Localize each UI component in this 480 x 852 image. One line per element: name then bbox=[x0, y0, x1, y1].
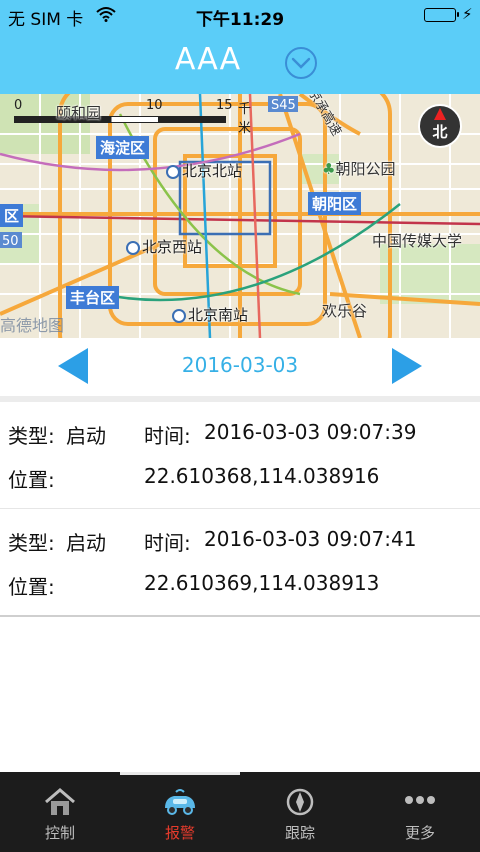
time-value: 2016-03-03 09:07:41 bbox=[204, 527, 417, 551]
type-label: 类型: bbox=[8, 424, 55, 448]
district-fengtai: 丰台区 bbox=[66, 286, 120, 309]
scale-bar bbox=[14, 116, 226, 123]
district-left: 区 bbox=[0, 204, 24, 227]
list-item[interactable]: 类型: 启动 时间: 2016-03-03 09:07:41 位置: 22.61… bbox=[0, 509, 480, 617]
park-icon: ♣ bbox=[322, 160, 336, 178]
tab-bar: 控制 报警 跟踪 更多 bbox=[0, 772, 480, 852]
page-title: AAA bbox=[0, 42, 480, 77]
scale-tick-10: 10 bbox=[146, 98, 163, 113]
tab-more[interactable]: 更多 bbox=[360, 772, 480, 852]
list-item[interactable]: 类型: 启动 时间: 2016-03-03 09:07:39 位置: 22.61… bbox=[0, 402, 480, 509]
map-label-huanlegu: 欢乐谷 bbox=[322, 302, 368, 320]
type-value: 启动 bbox=[66, 424, 106, 448]
district-haidian: 海淀区 bbox=[96, 136, 150, 159]
time-label: 时间: bbox=[144, 531, 191, 555]
position-label: 位置: bbox=[8, 468, 55, 492]
train-station-icon bbox=[172, 309, 186, 323]
tab-control-label: 控制 bbox=[44, 824, 75, 842]
more-dots-icon bbox=[405, 796, 435, 804]
battery-icon bbox=[424, 8, 459, 22]
chevron-down-circle-icon[interactable] bbox=[284, 46, 318, 80]
tab-alarm-label: 报警 bbox=[164, 824, 195, 842]
station-beijing-south: 北京南站 bbox=[172, 304, 248, 325]
map-label-yiheyuan: 颐和园 bbox=[56, 104, 102, 122]
date-pager: 2016-03-03 bbox=[0, 338, 480, 396]
position-value: 22.610368,114.038916 bbox=[144, 464, 380, 488]
station-beijing-north: 北京北站 bbox=[166, 160, 242, 181]
compass-label: 北 bbox=[432, 123, 448, 141]
type-label: 类型: bbox=[8, 531, 55, 555]
nav-header: 无 SIM 卡 下午11:29 ⚡ AAA bbox=[0, 0, 480, 94]
tab-control[interactable]: 控制 bbox=[0, 772, 120, 852]
status-bar: 无 SIM 卡 下午11:29 ⚡ bbox=[0, 0, 480, 32]
compass-needle bbox=[434, 108, 446, 120]
home-icon bbox=[45, 788, 75, 815]
compass-icon bbox=[286, 788, 314, 816]
road-badge-50-text: 50 bbox=[2, 234, 19, 249]
map-watermark: 高德地图 bbox=[0, 316, 65, 335]
map-label-chaoyang-park: ♣朝阳公园 bbox=[322, 160, 396, 178]
time-value: 2016-03-03 09:07:39 bbox=[204, 420, 417, 444]
district-chaoyang: 朝阳区 bbox=[308, 192, 362, 215]
tab-tracking[interactable]: 跟踪 bbox=[240, 772, 360, 852]
type-value: 启动 bbox=[66, 531, 106, 555]
road-badge-s45-text: S45 bbox=[271, 98, 296, 113]
scale-tick-0: 0 bbox=[14, 98, 23, 113]
map-scale: 0 10 15 千米 bbox=[14, 98, 251, 136]
tab-more-label: 更多 bbox=[404, 824, 435, 842]
car-alarm-icon bbox=[165, 789, 195, 815]
page-title-text: AAA bbox=[174, 42, 242, 77]
tab-tracking-label: 跟踪 bbox=[284, 824, 315, 842]
map-view[interactable]: S45 50 0 10 15 千米 颐和园 京承高速 海淀区 北京北站 ♣朝阳公… bbox=[0, 94, 480, 338]
station-beijing-west: 北京西站 bbox=[126, 236, 202, 257]
train-station-icon bbox=[126, 241, 140, 255]
map-label-media-university: 中国传媒大学 bbox=[372, 232, 463, 250]
scale-tick-15: 15 bbox=[216, 98, 233, 113]
alarm-record-list: 类型: 启动 时间: 2016-03-03 09:07:39 位置: 22.61… bbox=[0, 402, 480, 617]
compass-icon[interactable]: 北 bbox=[418, 104, 462, 148]
status-time: 下午11:29 bbox=[195, 10, 285, 30]
position-label: 位置: bbox=[8, 575, 55, 599]
tab-alarm[interactable]: 报警 bbox=[120, 772, 240, 852]
scale-unit: 千米 bbox=[238, 102, 252, 136]
triangle-right-icon[interactable] bbox=[390, 346, 424, 386]
time-label: 时间: bbox=[144, 424, 191, 448]
charging-icon: ⚡ bbox=[462, 5, 473, 23]
train-station-icon bbox=[166, 165, 180, 179]
position-value: 22.610369,114.038913 bbox=[144, 571, 380, 595]
